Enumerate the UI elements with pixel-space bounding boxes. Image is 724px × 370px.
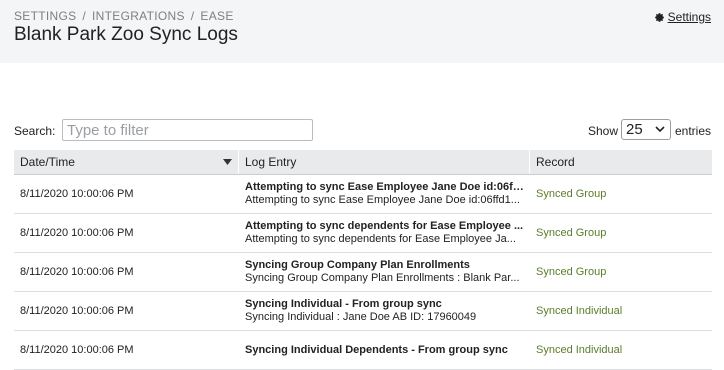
log-entry-title: Syncing Individual Dependents - From gro… bbox=[245, 343, 508, 356]
cell-log-entry: Syncing Individual Dependents - From gro… bbox=[239, 331, 530, 369]
breadcrumb-integrations[interactable]: INTEGRATIONS bbox=[92, 9, 185, 23]
cell-log-entry: Attempting to sync dependents for Ease E… bbox=[239, 214, 530, 252]
entries-label: entries bbox=[675, 124, 712, 138]
cell-record: Synced Group bbox=[536, 188, 607, 200]
column-header-datetime[interactable]: Date/Time bbox=[14, 150, 239, 174]
log-entry-title: Syncing Group Company Plan Enrollments bbox=[245, 259, 470, 271]
search-input[interactable] bbox=[62, 119, 313, 141]
sort-descending-icon bbox=[223, 159, 232, 165]
column-header-label: Date/Time bbox=[20, 155, 75, 169]
sync-log-table: Date/Time Log Entry Record 8/11/2020 10:… bbox=[14, 150, 712, 370]
cell-log-entry: Syncing Individual - From group sync Syn… bbox=[239, 292, 530, 330]
search-label: Search: bbox=[14, 124, 56, 138]
log-entry-title: Attempting to sync Ease Employee Jane Do… bbox=[245, 181, 524, 193]
cell-record: Synced Individual bbox=[536, 344, 623, 356]
chevron-down-icon bbox=[655, 126, 665, 133]
log-entry-title: Syncing Individual - From group sync bbox=[245, 298, 442, 310]
table-row[interactable]: 8/11/2020 10:00:06 PM Syncing Group Comp… bbox=[14, 253, 712, 292]
page-title: Blank Park Zoo Sync Logs bbox=[14, 24, 238, 45]
breadcrumb: SETTINGS / INTEGRATIONS / EASE bbox=[14, 9, 234, 23]
cell-record: Synced Group bbox=[536, 227, 607, 239]
column-header-log-entry[interactable]: Log Entry bbox=[239, 150, 530, 174]
table-row[interactable]: 8/11/2020 10:00:06 PM Attempting to sync… bbox=[14, 175, 712, 214]
settings-link-label: Settings bbox=[667, 10, 711, 24]
cell-record: Synced Group bbox=[536, 266, 607, 278]
log-entry-title: Attempting to sync dependents for Ease E… bbox=[245, 220, 524, 232]
breadcrumb-settings[interactable]: SETTINGS bbox=[14, 9, 76, 23]
page-header: SETTINGS / INTEGRATIONS / EASE Blank Park Zo… bbox=[0, 0, 724, 63]
cell-datetime: 8/11/2020 10:00:06 PM bbox=[20, 188, 134, 200]
breadcrumb-ease[interactable]: EASE bbox=[200, 9, 233, 23]
table-header: Date/Time Log Entry Record bbox=[14, 150, 712, 175]
cell-datetime: 8/11/2020 10:00:06 PM bbox=[20, 227, 134, 239]
breadcrumb-separator: / bbox=[190, 9, 195, 23]
settings-link[interactable]: Settings bbox=[654, 10, 711, 24]
cell-record: Synced Individual bbox=[536, 305, 623, 317]
column-header-record[interactable]: Record bbox=[530, 150, 712, 174]
cell-datetime: 8/11/2020 10:00:06 PM bbox=[20, 344, 134, 356]
cell-datetime: 8/11/2020 10:00:06 PM bbox=[20, 266, 134, 278]
entries-per-page-value: 25 bbox=[626, 121, 643, 138]
log-entry-detail: Attempting to sync Ease Employee Jane Do… bbox=[245, 194, 520, 206]
log-entry-detail: Attempting to sync dependents for Ease E… bbox=[245, 233, 516, 245]
cell-log-entry: Attempting to sync Ease Employee Jane Do… bbox=[239, 175, 530, 213]
log-entry-detail: Syncing Group Company Plan Enrollments :… bbox=[245, 272, 520, 284]
log-entry-detail: Syncing Individual : Jane Doe AB ID: 179… bbox=[245, 311, 477, 323]
table-row[interactable]: 8/11/2020 10:00:06 PM Attempting to sync… bbox=[14, 214, 712, 253]
gear-icon bbox=[654, 12, 664, 22]
cell-datetime: 8/11/2020 10:00:06 PM bbox=[20, 305, 134, 317]
table-row[interactable]: 8/11/2020 10:00:06 PM Syncing Individual… bbox=[14, 292, 712, 331]
column-header-label: Log Entry bbox=[245, 155, 297, 169]
column-header-label: Record bbox=[536, 155, 575, 169]
show-label: Show bbox=[588, 124, 619, 138]
cell-log-entry: Syncing Group Company Plan Enrollments S… bbox=[239, 253, 530, 291]
entries-per-page-select[interactable]: 25 bbox=[621, 119, 671, 140]
breadcrumb-separator: / bbox=[82, 9, 87, 23]
